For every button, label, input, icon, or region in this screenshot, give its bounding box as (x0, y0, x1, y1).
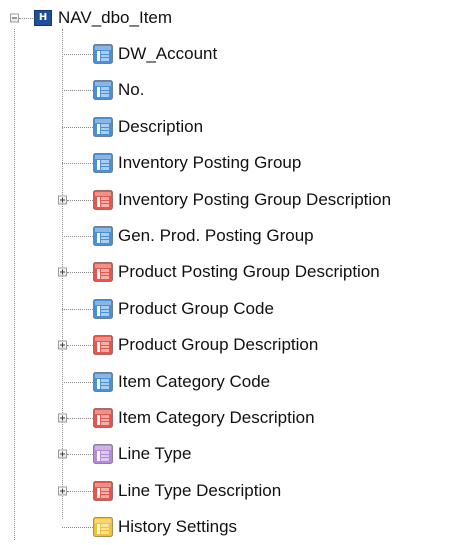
expand-toggle-icon[interactable] (58, 486, 67, 496)
blue-table-icon (93, 44, 113, 64)
tree-item[interactable]: Product Posting Group Description (0, 254, 460, 290)
collapse-toggle-icon[interactable] (10, 13, 19, 23)
red-table-icon (93, 408, 113, 428)
tree-connector-line (67, 418, 93, 419)
tree-connector-line (62, 126, 93, 128)
tree-item[interactable]: No. (0, 72, 460, 108)
tree-item[interactable]: Item Category Description (0, 400, 460, 436)
tree-item-label: Inventory Posting Group (118, 153, 302, 173)
blue-table-icon (93, 80, 113, 101)
tree-item[interactable]: Item Category Code (0, 364, 460, 400)
tree-connector-line (62, 527, 93, 529)
tree-item[interactable]: Line Type (0, 436, 460, 472)
tree-connector-line (67, 199, 93, 201)
tree-item[interactable]: Inventory Posting Group Description (0, 182, 460, 218)
tree-item[interactable]: Description (0, 109, 460, 145)
tree-item-label: Line Type Description (118, 480, 282, 500)
tree-item-label: Line Type (118, 444, 192, 464)
blue-table-icon (93, 226, 113, 246)
tree-root-label: NAV_dbo_Item (58, 8, 173, 27)
tree-item-label: Product Posting Group Description (118, 262, 380, 282)
red-table-icon (93, 335, 113, 356)
blue-table-icon (93, 298, 113, 319)
tree-item[interactable]: Product Group Code (0, 291, 460, 327)
red-table-icon (93, 480, 113, 501)
tree-item[interactable]: DW_Account (0, 36, 460, 72)
tree-item[interactable]: Line Type Description (0, 473, 460, 509)
tree-item-label: Gen. Prod. Posting Group (118, 226, 314, 245)
tree-item[interactable]: Gen. Prod. Posting Group (0, 218, 460, 254)
blue-table-icon (93, 153, 113, 174)
tree-connector-line (62, 381, 93, 383)
tree-item[interactable]: Inventory Posting Group (0, 145, 460, 181)
tree-item[interactable]: Product Group Description (0, 327, 460, 363)
tree-item-label: Item Category Description (118, 408, 315, 427)
tree-item-label: Product Group Code (118, 298, 274, 318)
blue-table-icon (93, 116, 113, 137)
tree-connector-line (67, 345, 93, 347)
tree-connector-line (62, 163, 93, 165)
blue-table-icon (93, 371, 113, 392)
expand-toggle-icon[interactable] (58, 267, 67, 277)
tree-connector-line (62, 236, 93, 237)
tree-item-label: Inventory Posting Group Description (118, 189, 392, 209)
hierarchy-icon: H (34, 10, 52, 26)
tree-connector-line (62, 54, 93, 55)
expand-toggle-icon[interactable] (58, 449, 67, 459)
tree-item-label: DW_Account (118, 44, 218, 63)
tree-connector-line (19, 18, 33, 19)
tree-item-label: Description (118, 116, 204, 136)
tree-item-label: History Settings (118, 517, 238, 537)
tree-root-node[interactable]: H NAV_dbo_Item (0, 0, 300, 36)
tree-item-label: Item Category Code (118, 371, 271, 391)
tree-connector-line (67, 454, 93, 456)
tree-view: H NAV_dbo_Item DW_Account No. Description I… (0, 0, 460, 540)
tree-connector-line (62, 308, 93, 310)
tree-connector-line (62, 90, 93, 92)
purple-table-icon (93, 444, 113, 465)
expand-toggle-icon[interactable] (58, 340, 67, 350)
red-table-icon (93, 189, 113, 210)
red-table-icon (93, 262, 113, 283)
tree-connector-line (67, 490, 93, 492)
tree-item-label: No. (118, 80, 145, 100)
expand-toggle-icon[interactable] (58, 195, 67, 205)
tree-item-label: Product Group Description (118, 335, 319, 355)
tree-connector-line (67, 272, 93, 274)
expand-toggle-icon[interactable] (58, 413, 67, 423)
yellow-table-icon (93, 517, 113, 538)
